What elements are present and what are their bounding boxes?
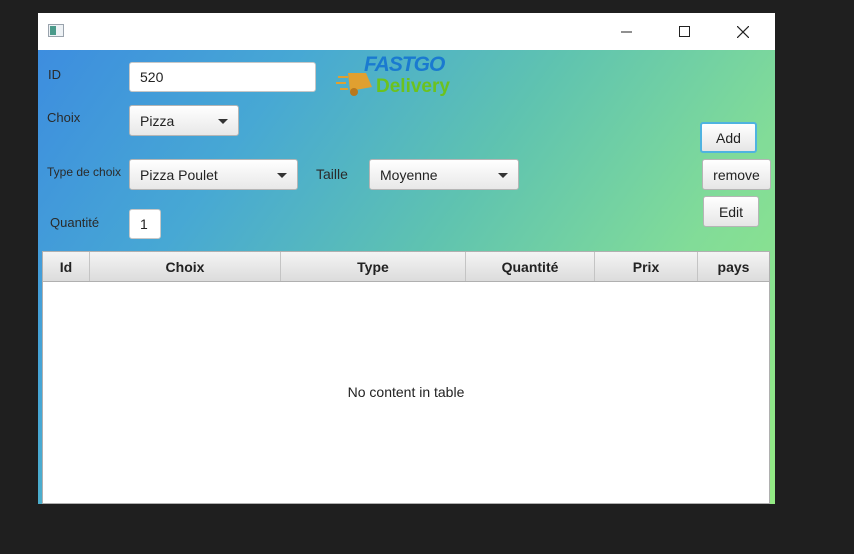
column-header-quantite[interactable]: Quantité (466, 252, 595, 281)
column-header-pays[interactable]: pays (698, 252, 769, 281)
choix-select[interactable]: Pizza (129, 105, 239, 136)
id-input[interactable]: 520 (129, 62, 316, 92)
taille-select[interactable]: Moyenne (369, 159, 519, 190)
column-header-id[interactable]: Id (43, 252, 90, 281)
table-empty-placeholder: No content in table (347, 384, 465, 400)
edit-button[interactable]: Edit (703, 196, 759, 227)
fastgo-delivery-logo: FASTGO Delivery (336, 51, 466, 101)
minimize-icon (621, 31, 632, 32)
type-de-choix-select-value: Pizza Poulet (140, 166, 218, 183)
add-button[interactable]: Add (700, 122, 757, 153)
app-window: ID 520 FASTGO Delivery Choix Pizza Add r… (38, 13, 775, 504)
logo-text-fastgo: FASTGO (364, 53, 445, 76)
app-icon (48, 24, 64, 37)
chevron-down-icon (498, 172, 508, 178)
choix-label: Choix (47, 110, 81, 125)
column-header-type[interactable]: Type (281, 252, 466, 281)
quantite-input[interactable]: 1 (129, 209, 161, 239)
close-icon (737, 25, 749, 38)
taille-label: Taille (316, 166, 348, 182)
logo-text-delivery: Delivery (376, 76, 450, 97)
remove-button[interactable]: remove (702, 159, 771, 190)
taille-select-value: Moyenne (380, 166, 438, 183)
column-header-choix[interactable]: Choix (90, 252, 281, 281)
type-de-choix-select[interactable]: Pizza Poulet (129, 159, 298, 190)
close-button[interactable] (714, 13, 772, 50)
minimize-button[interactable] (598, 13, 656, 50)
title-bar[interactable] (38, 13, 775, 50)
type-de-choix-label: Type de choix (47, 165, 122, 179)
chevron-down-icon (277, 172, 287, 178)
id-label: ID (48, 67, 61, 82)
orders-table[interactable]: Id Choix Type Quantité Prix pays No cont… (42, 251, 770, 504)
form-panel: ID 520 FASTGO Delivery Choix Pizza Add r… (38, 50, 775, 504)
table-header: Id Choix Type Quantité Prix pays (43, 252, 769, 282)
choix-select-value: Pizza (140, 112, 175, 129)
maximize-button[interactable] (656, 13, 714, 50)
column-header-prix[interactable]: Prix (595, 252, 698, 281)
chevron-down-icon (218, 118, 228, 124)
quantite-label: Quantité (50, 215, 100, 230)
maximize-icon (679, 25, 690, 37)
